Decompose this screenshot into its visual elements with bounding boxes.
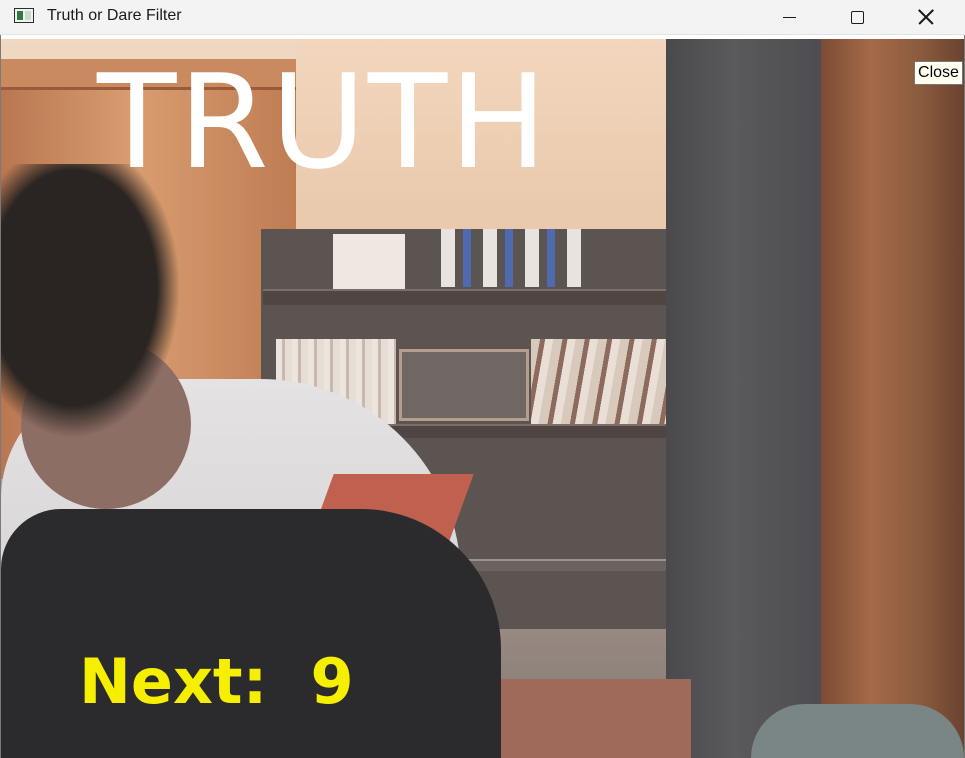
close-icon <box>918 9 934 25</box>
close-tooltip: Close <box>914 61 963 85</box>
shelf-board <box>263 289 683 305</box>
picture-frame <box>399 349 529 421</box>
shelf-books <box>531 339 681 424</box>
app-window: Truth or Dare Filter TRUTH Next: 9 Close <box>0 0 965 758</box>
minimize-button[interactable] <box>754 0 824 34</box>
cloth <box>471 679 691 758</box>
minimize-icon <box>782 16 796 18</box>
wooden-door <box>821 39 964 758</box>
shelf-box <box>333 234 405 294</box>
person-hair <box>1 164 181 439</box>
maximize-icon <box>850 10 864 24</box>
maximize-button[interactable] <box>822 0 892 34</box>
app-icon <box>14 8 34 23</box>
bucket <box>751 704 964 758</box>
title-bar[interactable]: Truth or Dare Filter <box>0 0 965 35</box>
dark-wall <box>666 39 836 758</box>
next-label: Next: <box>79 645 268 718</box>
shelf-bottles <box>441 229 581 287</box>
next-value: 9 <box>310 645 354 718</box>
close-button[interactable] <box>891 0 961 34</box>
window-title: Truth or Dare Filter <box>47 7 182 24</box>
next-counter: Next: 9 <box>79 651 354 713</box>
camera-feed: TRUTH Next: 9 <box>1 39 964 758</box>
jacket <box>1 509 501 758</box>
result-text: TRUTH <box>97 46 550 198</box>
